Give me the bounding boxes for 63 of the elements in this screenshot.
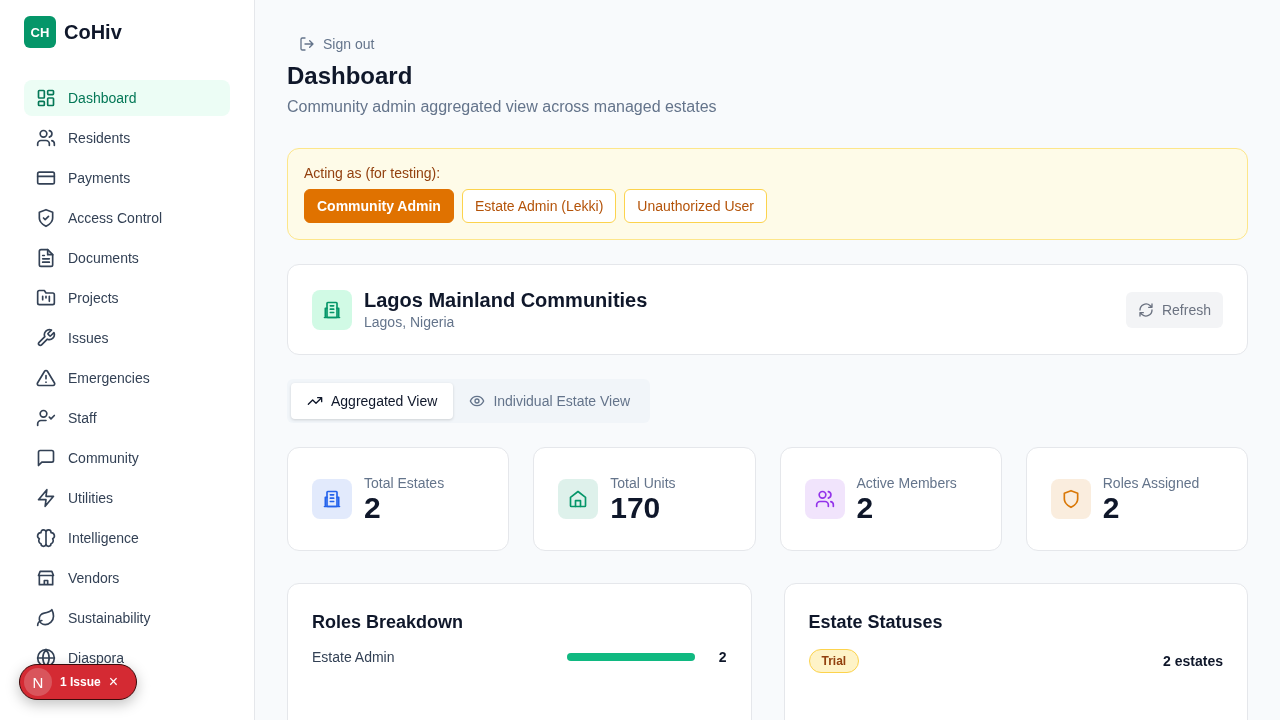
status-badge: Trial — [808, 649, 860, 673]
logo: N — [24, 668, 52, 696]
sign-out-icon — [299, 36, 315, 52]
close-icon[interactable]: × — [108, 673, 119, 691]
role-button[interactable]: Estate Admin (Lekki) — [461, 189, 617, 223]
role-name: Estate Admin — [312, 649, 396, 665]
sidebar-item[interactable]: Emergencies — [24, 360, 230, 396]
stat-value: 2 — [364, 490, 382, 524]
people-icon — [36, 128, 56, 148]
sidebar-item[interactable]: Access Control — [24, 200, 230, 236]
sidebar-item[interactable]: Sustainability — [24, 600, 230, 636]
estate-count: 2 estates — [1163, 653, 1223, 669]
sign-out-link[interactable]: Sign out — [287, 32, 387, 56]
sidebar-item[interactable]: Documents — [24, 240, 230, 276]
card-title: Estate Statuses — [808, 612, 944, 633]
role-count: 2 — [718, 649, 727, 665]
dashboard-icon — [36, 88, 56, 108]
community-location: Lagos, Nigeria — [364, 314, 456, 330]
issue-toast[interactable]: N 1 Issue × — [19, 664, 137, 700]
stat-value: 170 — [610, 490, 662, 524]
issue-label: 1 Issue — [60, 675, 101, 689]
view-tab[interactable]: Individual Estate View — [453, 383, 647, 419]
warning-icon — [36, 368, 56, 388]
page-subtitle: Community admin aggregated view across managed estates — [287, 98, 718, 116]
wrench-icon — [36, 328, 56, 348]
stat-label: Roles Assigned — [1102, 474, 1200, 491]
leaf-icon — [36, 608, 56, 628]
sidebar-item[interactable]: Issues — [24, 320, 230, 356]
sidebar-item[interactable]: Residents — [24, 120, 230, 156]
folder-icon — [36, 288, 56, 308]
refresh-icon — [1137, 301, 1154, 318]
sidebar-item[interactable]: Utilities — [24, 480, 230, 516]
card-title: Roles Breakdown — [312, 612, 465, 633]
sidebar-item[interactable]: Payments — [24, 160, 230, 196]
stat-label: Active Members — [856, 474, 957, 491]
stat-label: Total Estates — [364, 474, 445, 491]
sidebar-item[interactable]: Intelligence — [24, 520, 230, 556]
card-icon — [36, 168, 56, 188]
user-check-icon — [36, 408, 56, 428]
building-icon — [312, 289, 352, 330]
logo: CH — [24, 16, 56, 48]
sidebar-item[interactable]: Projects — [24, 280, 230, 316]
page-title: Dashboard — [287, 62, 414, 90]
sidebar-item[interactable]: Staff — [24, 400, 230, 436]
eye-icon — [469, 393, 486, 409]
stat-value: 2 — [856, 490, 875, 524]
stat-value: 2 — [1102, 490, 1121, 524]
store-icon — [36, 568, 56, 588]
sidebar-item[interactable]: Community — [24, 440, 230, 476]
document-icon — [36, 248, 56, 268]
brand-name: CoHiv — [64, 20, 122, 44]
sidebar-item[interactable]: Vendors — [24, 560, 230, 596]
view-tab[interactable]: Aggregated View — [291, 383, 454, 419]
chat-icon — [36, 448, 56, 468]
shield-check-icon — [36, 208, 56, 228]
lightning-icon — [36, 488, 56, 508]
stat-label: Total Units — [610, 474, 676, 491]
brain-icon — [36, 528, 56, 548]
community-name: Lagos Mainland Communities — [364, 289, 649, 312]
sidebar-item[interactable]: Dashboard — [24, 80, 230, 116]
acting-label: Acting as (for testing): — [304, 165, 442, 181]
role-button[interactable]: Unauthorized User — [624, 189, 768, 223]
refresh-button[interactable]: Refresh — [1125, 291, 1223, 328]
